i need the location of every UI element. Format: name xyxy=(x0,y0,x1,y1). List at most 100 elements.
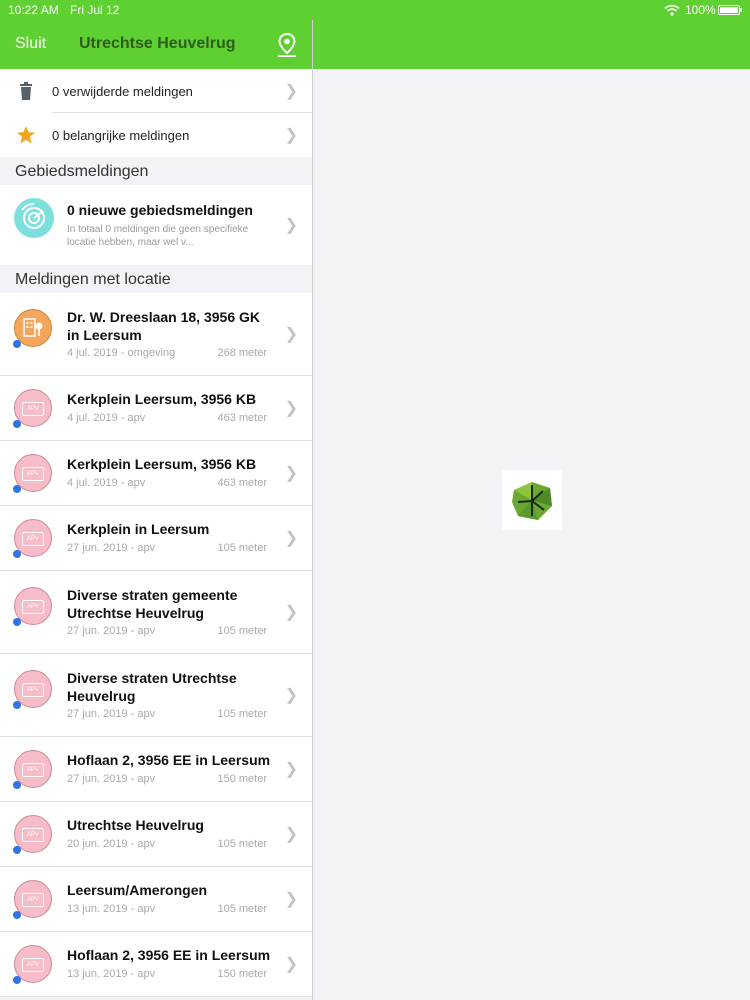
apv-badge: APV xyxy=(22,893,44,907)
unread-dot xyxy=(13,781,21,789)
apv-badge: APV xyxy=(22,683,44,697)
area-notifications-subtitle: In totaal 0 meldingen die geen specifiek… xyxy=(67,224,249,248)
chevron-right-icon: ❯ xyxy=(284,530,298,547)
notification-row[interactable]: Dr. W. Dreeslaan 18, 3956 GK in Leersum 4… xyxy=(0,293,312,376)
detail-pane xyxy=(313,69,750,1000)
notification-date: 13 jun. 2019 - apv xyxy=(67,903,156,915)
trash-icon xyxy=(16,81,36,101)
unread-dot xyxy=(13,911,21,919)
notification-row[interactable]: APV Diverse straten Utrechtse Heuvelrug 27… xyxy=(0,654,312,737)
important-notifications-row[interactable]: 0 belangrijke meldingen ❯ xyxy=(0,113,312,157)
apv-badge: APV xyxy=(22,958,44,972)
app-logo xyxy=(502,470,562,530)
notification-title: Leersum/Amerongen xyxy=(67,882,208,898)
notification-title: Hoflaan 2, 3956 EE in Leersum xyxy=(67,752,271,768)
wifi-icon xyxy=(664,4,680,19)
notification-date: 4 jul. 2019 - apv xyxy=(67,477,146,489)
notification-distance: 150 meter xyxy=(217,773,267,785)
area-notifications-title: 0 nieuwe gebiedsmeldingen xyxy=(67,202,253,218)
notification-distance: 463 meter xyxy=(217,477,267,489)
chevron-right-icon: ❯ xyxy=(284,465,298,482)
status-date: Fri Jul 12 xyxy=(70,3,120,17)
notification-title: Diverse straten gemeente Utrechtse Heuve… xyxy=(67,587,238,621)
section-header-location: Meldingen met locatie xyxy=(0,265,312,293)
notification-date: 27 jun. 2019 - apv xyxy=(67,708,156,720)
notification-distance: 105 meter xyxy=(217,625,267,637)
area-notifications-row[interactable]: 0 nieuwe gebiedsmeldingen In totaal 0 me… xyxy=(0,185,312,265)
notification-row[interactable]: APV Leersum/Amerongen 13 jun. 2019 - apv 10… xyxy=(0,867,312,932)
notification-date: 13 jun. 2019 - apv xyxy=(67,968,156,980)
navigation-bar: Sluit Utrechtse Heuvelrug xyxy=(0,20,750,69)
notification-distance: 463 meter xyxy=(217,412,267,424)
chevron-right-icon: ❯ xyxy=(284,687,298,704)
apv-badge: APV xyxy=(22,402,44,416)
battery-percent: 100% xyxy=(685,3,716,17)
chevron-right-icon: ❯ xyxy=(284,604,298,621)
notification-row[interactable]: APV Kerkplein in Leersum 27 jun. 2019 - ap… xyxy=(0,506,312,571)
notification-row[interactable]: APV Hoflaan 2, 3956 EE in Leersum 13 jun. … xyxy=(0,932,312,997)
star-icon xyxy=(16,125,36,145)
apv-badge: APV xyxy=(22,532,44,546)
close-button[interactable]: Sluit xyxy=(15,35,46,53)
notification-title: Kerkplein Leersum, 3956 KB xyxy=(67,391,257,407)
notification-date: 27 jun. 2019 - apv xyxy=(67,773,156,785)
unread-dot xyxy=(13,976,21,984)
unread-dot xyxy=(13,485,21,493)
deleted-notifications-row[interactable]: 0 verwijderde meldingen ❯ xyxy=(0,69,312,113)
split-divider xyxy=(312,20,313,1000)
section-title-location: Meldingen met locatie xyxy=(15,271,171,288)
notification-distance: 268 meter xyxy=(217,347,267,359)
status-bar: 10:22 AM Fri Jul 12 100% xyxy=(0,0,750,20)
notification-title: Utrechtse Heuvelrug xyxy=(67,817,204,833)
unread-dot xyxy=(13,420,21,428)
apv-badge: APV xyxy=(22,763,44,777)
chevron-right-icon: ❯ xyxy=(284,761,298,778)
apv-badge: APV xyxy=(22,600,44,614)
chevron-right-icon: ❯ xyxy=(284,217,298,234)
nav-title: Utrechtse Heuvelrug xyxy=(79,35,236,52)
notification-distance: 105 meter xyxy=(217,542,267,554)
unread-dot xyxy=(13,550,21,558)
notification-date: 20 jun. 2019 - apv xyxy=(67,838,156,850)
notification-distance: 105 meter xyxy=(217,708,267,720)
unread-dot xyxy=(13,701,21,709)
important-notifications-label: 0 belangrijke meldingen xyxy=(52,128,190,143)
notification-title: Hoflaan 2, 3956 EE in Leersum xyxy=(67,947,271,963)
chevron-right-icon: ❯ xyxy=(284,127,298,144)
unread-dot xyxy=(13,340,21,348)
battery-icon xyxy=(718,5,742,15)
notification-row[interactable]: APV Diverse straten gemeente Utrechtse He… xyxy=(0,571,312,654)
notification-title: Kerkplein in Leersum xyxy=(67,521,210,537)
status-time: 10:22 AM xyxy=(8,3,59,17)
chevron-right-icon: ❯ xyxy=(284,400,298,417)
notification-date: 4 jul. 2019 - omgeving xyxy=(67,347,176,359)
sidebar: 0 verwijderde meldingen ❯ 0 belangrijke … xyxy=(0,69,312,1000)
map-pin-icon[interactable] xyxy=(276,32,298,58)
notification-title: Kerkplein Leersum, 3956 KB xyxy=(67,456,257,472)
deleted-notifications-label: 0 verwijderde meldingen xyxy=(52,84,193,99)
chevron-right-icon: ❯ xyxy=(284,83,298,100)
notification-date: 27 jun. 2019 - apv xyxy=(67,625,156,637)
unread-dot xyxy=(13,618,21,626)
apv-badge: APV xyxy=(22,828,44,842)
notification-row[interactable]: APV Kerkplein Leersum, 3956 KB 4 jul. 2019… xyxy=(0,376,312,441)
chevron-right-icon: ❯ xyxy=(284,826,298,843)
notification-row[interactable]: APV Kerkplein Leersum, 3956 KB 4 jul. 2019… xyxy=(0,441,312,506)
notification-list: Dr. W. Dreeslaan 18, 3956 GK in Leersum 4… xyxy=(0,293,312,997)
notification-distance: 105 meter xyxy=(217,903,267,915)
section-title-area: Gebiedsmeldingen xyxy=(15,163,149,180)
section-header-area: Gebiedsmeldingen xyxy=(0,157,312,185)
notification-title: Diverse straten Utrechtse Heuvelrug xyxy=(67,670,237,704)
apv-badge: APV xyxy=(22,467,44,481)
notification-distance: 150 meter xyxy=(217,968,267,980)
notification-date: 27 jun. 2019 - apv xyxy=(67,542,156,554)
notification-title: Dr. W. Dreeslaan 18, 3956 GK in Leersum xyxy=(67,309,260,343)
notification-distance: 105 meter xyxy=(217,838,267,850)
radar-icon xyxy=(14,198,54,238)
chevron-right-icon: ❯ xyxy=(284,326,298,343)
notification-date: 4 jul. 2019 - apv xyxy=(67,412,146,424)
notification-row[interactable]: APV Utrechtse Heuvelrug 20 jun. 2019 - apv… xyxy=(0,802,312,867)
notification-row[interactable]: APV Hoflaan 2, 3956 EE in Leersum 27 jun. … xyxy=(0,737,312,802)
chevron-right-icon: ❯ xyxy=(284,956,298,973)
unread-dot xyxy=(13,846,21,854)
